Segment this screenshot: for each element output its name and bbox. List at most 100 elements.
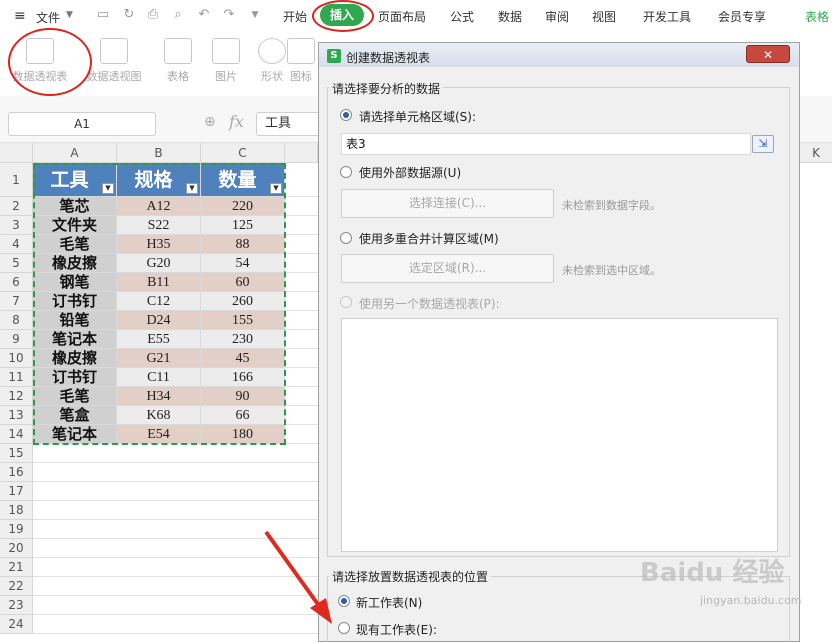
corner-cell[interactable] xyxy=(0,143,33,163)
row-header[interactable]: 13 xyxy=(0,406,33,425)
filter-dropdown-icon[interactable]: ▼ xyxy=(186,183,198,194)
data-cell[interactable]: 54 xyxy=(201,254,285,273)
select-connection-button[interactable]: 选择连接(C)... xyxy=(341,189,554,218)
row-header[interactable]: 3 xyxy=(0,216,33,235)
row-header[interactable]: 4 xyxy=(0,235,33,254)
tab-data[interactable]: 数据 xyxy=(498,8,522,25)
data-cell[interactable]: 毛笔 xyxy=(33,387,117,406)
header-cell[interactable]: 数量 ▼ xyxy=(201,163,285,197)
data-cell[interactable]: 笔芯 xyxy=(33,197,117,216)
data-cell[interactable]: C11 xyxy=(117,368,201,387)
filter-dropdown-icon[interactable]: ▼ xyxy=(102,183,114,194)
data-cell[interactable]: D24 xyxy=(117,311,201,330)
data-cell[interactable]: B11 xyxy=(117,273,201,292)
data-cell[interactable]: C12 xyxy=(117,292,201,311)
icon-button[interactable]: 图标 xyxy=(284,38,318,92)
data-cell[interactable]: 橡皮擦 xyxy=(33,349,117,368)
tab-developer[interactable]: 开发工具 xyxy=(643,8,691,25)
radio-select-range-label[interactable]: 请选择单元格区域(S): xyxy=(359,108,476,125)
tab-member[interactable]: 会员专享 xyxy=(718,8,766,25)
data-cell[interactable]: 166 xyxy=(201,368,285,387)
header-cell[interactable]: 规格 ▼ xyxy=(117,163,201,197)
data-cell[interactable]: 88 xyxy=(201,235,285,254)
name-box[interactable]: A1 xyxy=(8,112,156,136)
radio-existing-sheet-label[interactable]: 现有工作表(E): xyxy=(356,621,437,638)
row-header[interactable]: 14 xyxy=(0,425,33,444)
row-header[interactable]: 16 xyxy=(0,463,33,482)
data-cell[interactable]: 180 xyxy=(201,425,285,444)
close-button[interactable]: ✕ xyxy=(746,45,790,63)
data-cell[interactable]: 订书钉 xyxy=(33,292,117,311)
row-header[interactable]: 10 xyxy=(0,349,33,368)
row-header[interactable]: 9 xyxy=(0,330,33,349)
row-header[interactable]: 2 xyxy=(0,197,33,216)
zoom-icon[interactable]: ⊕ xyxy=(204,114,216,130)
redo-icon[interactable]: ↷ xyxy=(222,8,236,22)
chevron-down-icon[interactable]: ▼ xyxy=(66,10,73,20)
column-header-a[interactable]: A xyxy=(33,143,117,163)
grid-row[interactable] xyxy=(33,444,318,463)
row-header[interactable]: 5 xyxy=(0,254,33,273)
radio-external-source-label[interactable]: 使用外部数据源(U) xyxy=(359,164,461,181)
data-cell[interactable]: 125 xyxy=(201,216,285,235)
row-header[interactable]: 15 xyxy=(0,444,33,463)
row-header[interactable]: 1 xyxy=(0,163,33,197)
data-cell[interactable]: 钢笔 xyxy=(33,273,117,292)
row-header[interactable]: 17 xyxy=(0,482,33,501)
grid-row[interactable] xyxy=(33,482,318,501)
data-cell[interactable]: G20 xyxy=(117,254,201,273)
range-picker-button[interactable]: ⇲ xyxy=(752,135,774,153)
row-header[interactable]: 22 xyxy=(0,577,33,596)
data-cell[interactable]: 155 xyxy=(201,311,285,330)
radio-multi-range-label[interactable]: 使用多重合并计算区域(M) xyxy=(359,230,499,247)
data-cell[interactable]: 45 xyxy=(201,349,285,368)
tab-page-layout[interactable]: 页面布局 xyxy=(378,8,426,25)
row-header[interactable]: 6 xyxy=(0,273,33,292)
radio-external-source[interactable] xyxy=(340,166,352,178)
filter-dropdown-icon[interactable]: ▼ xyxy=(270,183,282,194)
column-header-rest[interactable] xyxy=(285,143,318,163)
hamburger-icon[interactable]: ≡ xyxy=(14,8,26,24)
print-icon[interactable]: ⎙ xyxy=(146,8,160,22)
row-header[interactable]: 11 xyxy=(0,368,33,387)
data-cell[interactable]: 文件夹 xyxy=(33,216,117,235)
save-icon[interactable]: ▭ xyxy=(96,8,110,22)
data-cell[interactable]: 90 xyxy=(201,387,285,406)
row-header[interactable]: 19 xyxy=(0,520,33,539)
tab-home[interactable]: 开始 xyxy=(283,8,307,25)
data-cell[interactable]: 220 xyxy=(201,197,285,216)
row-header[interactable]: 18 xyxy=(0,501,33,520)
radio-multi-range[interactable] xyxy=(340,232,352,244)
column-header-c[interactable]: C xyxy=(201,143,285,163)
data-cell[interactable]: 笔记本 xyxy=(33,425,117,444)
data-cell[interactable]: S22 xyxy=(117,216,201,235)
data-cell[interactable]: H35 xyxy=(117,235,201,254)
grid-row[interactable] xyxy=(33,501,318,520)
row-header[interactable]: 21 xyxy=(0,558,33,577)
more-icon[interactable]: ▼ xyxy=(248,8,262,22)
select-area-button[interactable]: 选定区域(R)... xyxy=(341,254,554,283)
data-cell[interactable]: 笔记本 xyxy=(33,330,117,349)
data-cell[interactable]: 230 xyxy=(201,330,285,349)
radio-select-range[interactable] xyxy=(340,109,352,121)
column-header-b[interactable]: B xyxy=(117,143,201,163)
row-header[interactable]: 23 xyxy=(0,596,33,615)
row-header[interactable]: 7 xyxy=(0,292,33,311)
tab-table[interactable]: 表格 xyxy=(805,8,829,25)
data-cell[interactable]: 66 xyxy=(201,406,285,425)
data-cell[interactable]: 毛笔 xyxy=(33,235,117,254)
tab-formulas[interactable]: 公式 xyxy=(450,8,474,25)
radio-new-sheet-label[interactable]: 新工作表(N) xyxy=(356,594,422,611)
export-icon[interactable]: ↻ xyxy=(122,8,136,22)
row-header[interactable]: 20 xyxy=(0,539,33,558)
data-cell[interactable]: E54 xyxy=(117,425,201,444)
formula-input[interactable]: 工具 xyxy=(256,112,326,136)
file-menu[interactable]: 文件 xyxy=(36,9,60,26)
preview-icon[interactable]: ⌕ xyxy=(171,8,185,22)
undo-icon[interactable]: ↶ xyxy=(197,8,211,22)
data-cell[interactable]: 260 xyxy=(201,292,285,311)
radio-existing-sheet[interactable] xyxy=(338,622,350,634)
row-header[interactable]: 8 xyxy=(0,311,33,330)
pivot-chart-button[interactable]: 数据透视图 xyxy=(84,38,144,92)
fx-label[interactable]: fx xyxy=(229,112,244,131)
